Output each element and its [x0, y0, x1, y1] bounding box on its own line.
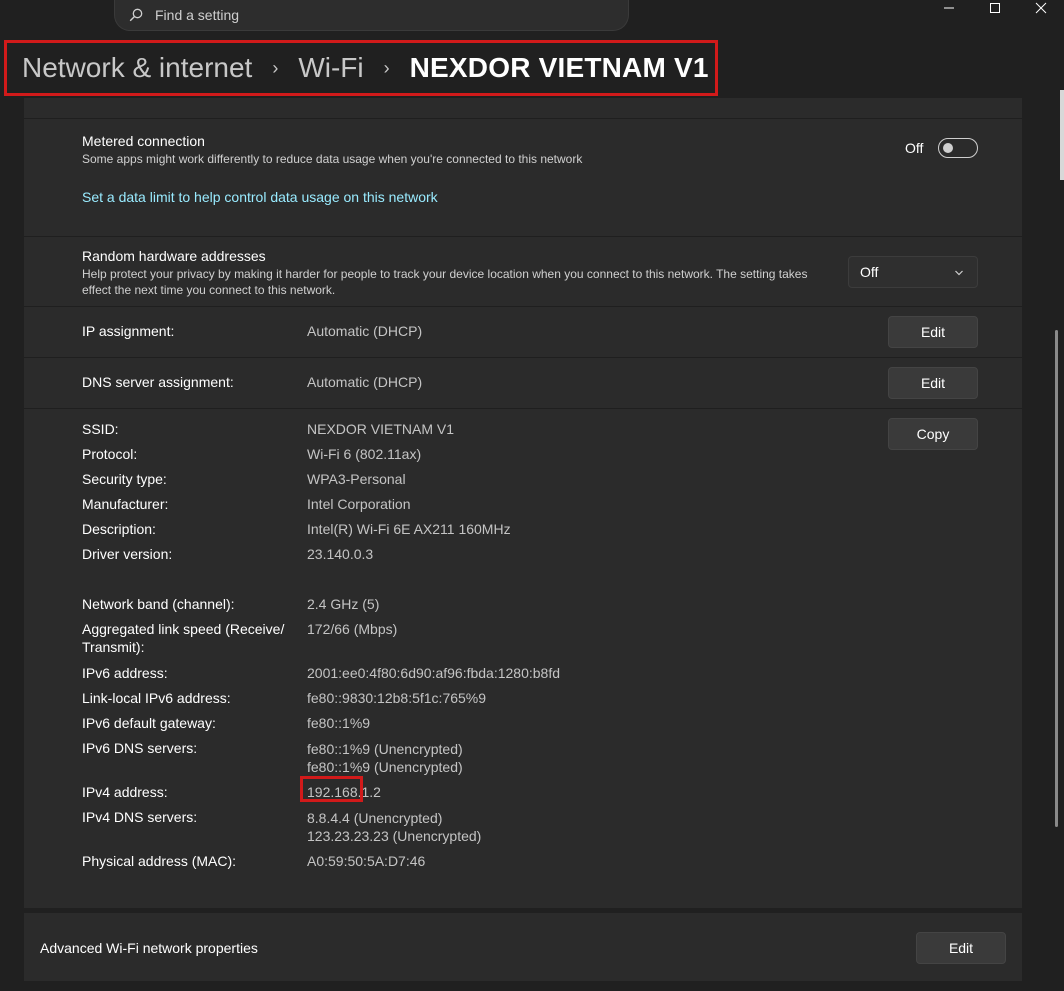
copy-properties-button[interactable]: Copy: [888, 418, 978, 450]
close-icon: [1035, 2, 1047, 14]
property-label: IPv6 default gateway:: [82, 715, 216, 731]
window-edge: [1060, 90, 1064, 180]
search-box[interactable]: Find a setting: [114, 0, 629, 31]
metered-connection-description: Some apps might work differently to redu…: [82, 152, 583, 166]
security-type-value: WPA3-Personal: [307, 471, 406, 487]
metered-toggle-state: Off: [905, 140, 924, 156]
random-hw-title: Random hardware addresses: [82, 248, 266, 264]
random-hw-description: Help protect your privacy by making it h…: [82, 267, 808, 297]
ipv6-dns-value-2: fe80::1%9 (Unencrypted): [307, 759, 463, 775]
manufacturer-value: Intel Corporation: [307, 496, 411, 512]
divider: [24, 408, 1022, 409]
ipv4-dns-value-2: 123.23.23.23 (Unencrypted): [307, 828, 482, 844]
property-label: Manufacturer:: [82, 496, 169, 512]
chevron-right-icon: ›: [383, 57, 390, 78]
mac-address-value: A0:59:50:5A:D7:46: [307, 853, 426, 869]
breadcrumb-wifi[interactable]: Wi-Fi: [298, 52, 363, 84]
property-label: IPv4 address:: [82, 784, 168, 800]
advanced-properties-edit-button[interactable]: Edit: [916, 932, 1006, 964]
property-label: Driver version:: [82, 546, 173, 562]
divider: [24, 357, 1022, 358]
dns-assignment-edit-button[interactable]: Edit: [888, 367, 978, 399]
minimize-icon: [944, 7, 954, 9]
advanced-properties-label: Advanced Wi-Fi network properties: [40, 940, 258, 956]
link-local-ipv6-value: fe80::9830:12b8:5f1c:765%9: [307, 690, 487, 706]
close-button[interactable]: [1018, 0, 1064, 16]
divider: [24, 236, 1022, 237]
data-limit-link[interactable]: Set a data limit to help control data us…: [82, 189, 438, 205]
property-label: Physical address (MAC):: [82, 853, 237, 869]
ip-assignment-value: Automatic (DHCP): [307, 323, 423, 339]
driver-version-value: 23.140.0.3: [307, 546, 374, 562]
maximize-icon: [990, 3, 1000, 13]
metered-connection-title: Metered connection: [82, 133, 205, 149]
random-hw-dropdown[interactable]: Off: [848, 256, 978, 288]
breadcrumb-network-internet[interactable]: Network & internet: [22, 52, 252, 84]
property-label-cont: Transmit):: [82, 639, 145, 655]
random-hw-value: Off: [860, 264, 879, 280]
settings-window: Find a setting Network & internet › Wi-F…: [0, 0, 1064, 991]
chevron-right-icon: ›: [272, 57, 279, 78]
search-icon: [129, 8, 143, 22]
maximize-button[interactable]: [972, 0, 1018, 16]
property-label: Protocol:: [82, 446, 138, 462]
property-label: IPv4 DNS servers:: [82, 809, 198, 825]
network-band-value: 2.4 GHz (5): [307, 596, 380, 612]
network-properties-card: Metered connection Some apps might work …: [24, 98, 1022, 908]
toggle-knob: [943, 143, 953, 153]
divider: [24, 118, 1022, 119]
protocol-value: Wi-Fi 6 (802.11ax): [307, 446, 422, 462]
property-label: Security type:: [82, 471, 167, 487]
search-placeholder: Find a setting: [155, 7, 240, 23]
ip-assignment-edit-button[interactable]: Edit: [888, 316, 978, 348]
property-label: Link-local IPv6 address:: [82, 690, 231, 706]
metered-connection-toggle[interactable]: [938, 138, 978, 158]
ipv6-dns-value: fe80::1%9 (Unencrypted): [307, 741, 463, 757]
advanced-properties-card: Advanced Wi-Fi network properties Edit: [24, 913, 1022, 981]
description-value: Intel(R) Wi-Fi 6E AX211 160MHz: [307, 521, 511, 537]
property-label: SSID:: [82, 421, 119, 437]
ipv6-address-value: 2001:ee0:4f80:6d90:af96:fbda:1280:b8fd: [307, 665, 561, 681]
breadcrumb: Network & internet › Wi-Fi › NEXDOR VIET…: [4, 40, 718, 96]
divider: [24, 306, 1022, 307]
ssid-value: NEXDOR VIETNAM V1: [307, 421, 455, 437]
window-controls: [926, 0, 1064, 16]
minimize-button[interactable]: [926, 0, 972, 16]
ipv6-gateway-value: fe80::1%9: [307, 715, 371, 731]
dns-assignment-value: Automatic (DHCP): [307, 374, 423, 390]
property-label: Aggregated link speed (Receive/: [82, 621, 285, 637]
property-label: Network band (channel):: [82, 596, 235, 612]
scrollbar[interactable]: [1055, 330, 1058, 827]
property-label: IPv6 address:: [82, 665, 168, 681]
breadcrumb-current-network: NEXDOR VIETNAM V1: [409, 52, 709, 83]
ip-assignment-label: IP assignment:: [82, 323, 175, 339]
dns-assignment-label: DNS server assignment:: [82, 374, 234, 390]
property-label: IPv6 DNS servers:: [82, 740, 198, 756]
ipv4-dns-value: 8.8.4.4 (Unencrypted): [307, 810, 443, 826]
link-speed-value: 172/66 (Mbps): [307, 621, 398, 637]
ipv4-highlight-box: [300, 776, 363, 802]
chevron-down-icon: [955, 270, 963, 276]
property-label: Description:: [82, 521, 156, 537]
